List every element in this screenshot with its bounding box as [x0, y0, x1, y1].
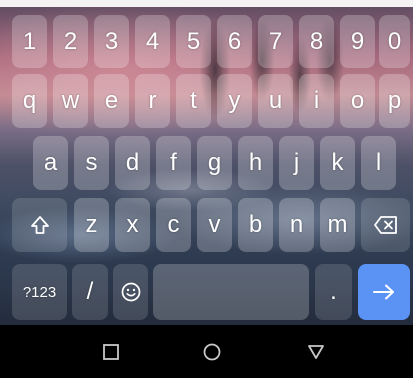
- key-2[interactable]: 2: [53, 15, 88, 68]
- key-l[interactable]: l: [361, 136, 396, 190]
- key-s[interactable]: s: [74, 136, 109, 190]
- key-t[interactable]: t: [176, 74, 211, 128]
- key-a[interactable]: a: [33, 136, 68, 190]
- backspace-key[interactable]: [361, 198, 410, 252]
- key-i[interactable]: i: [299, 74, 334, 128]
- recent-apps-button[interactable]: [96, 337, 126, 367]
- back-button[interactable]: [301, 337, 331, 367]
- navigation-bar: [0, 325, 413, 378]
- shift-key[interactable]: [12, 198, 67, 252]
- arrow-right-icon: [371, 282, 397, 302]
- space-bar[interactable]: [153, 264, 309, 320]
- key-8[interactable]: 8: [299, 15, 334, 68]
- shift-arrow-icon: [29, 214, 51, 236]
- key-o[interactable]: o: [340, 74, 375, 128]
- key-0[interactable]: 0: [379, 15, 410, 68]
- key-j[interactable]: j: [279, 136, 314, 190]
- key-e[interactable]: e: [94, 74, 129, 128]
- recent-apps-square-icon: [102, 343, 120, 361]
- key-f[interactable]: f: [156, 136, 191, 190]
- key-7[interactable]: 7: [258, 15, 293, 68]
- key-r[interactable]: r: [135, 74, 170, 128]
- key-z[interactable]: z: [74, 198, 109, 252]
- key-slash[interactable]: /: [72, 264, 108, 320]
- key-3[interactable]: 3: [94, 15, 129, 68]
- symbols-key-label: ?123: [22, 283, 57, 301]
- keyboard: 1 2 3 4 5 6 7 8 9 0 q w e r t y u i o p …: [0, 0, 413, 325]
- key-9[interactable]: 9: [340, 15, 375, 68]
- key-6[interactable]: 6: [217, 15, 252, 68]
- key-y[interactable]: y: [217, 74, 252, 128]
- key-g[interactable]: g: [197, 136, 232, 190]
- key-m[interactable]: m: [320, 198, 355, 252]
- home-circle-icon: [202, 342, 222, 362]
- enter-key[interactable]: [358, 264, 410, 320]
- key-v[interactable]: v: [197, 198, 232, 252]
- key-u[interactable]: u: [258, 74, 293, 128]
- key-d[interactable]: d: [115, 136, 150, 190]
- key-h[interactable]: h: [238, 136, 273, 190]
- key-1[interactable]: 1: [12, 15, 47, 68]
- key-n[interactable]: n: [279, 198, 314, 252]
- smiley-icon: [120, 281, 142, 303]
- back-triangle-icon: [306, 343, 326, 361]
- symbols-key[interactable]: ?123: [12, 264, 67, 320]
- key-c[interactable]: c: [156, 198, 191, 252]
- emoji-key[interactable]: [113, 264, 148, 320]
- key-5[interactable]: 5: [176, 15, 211, 68]
- key-p[interactable]: p: [379, 74, 410, 128]
- key-b[interactable]: b: [238, 198, 273, 252]
- backspace-icon: [373, 215, 399, 235]
- key-q[interactable]: q: [12, 74, 47, 128]
- home-button[interactable]: [197, 337, 227, 367]
- key-x[interactable]: x: [115, 198, 150, 252]
- key-4[interactable]: 4: [135, 15, 170, 68]
- key-k[interactable]: k: [320, 136, 355, 190]
- key-period[interactable]: .: [315, 264, 352, 320]
- key-w[interactable]: w: [53, 74, 88, 128]
